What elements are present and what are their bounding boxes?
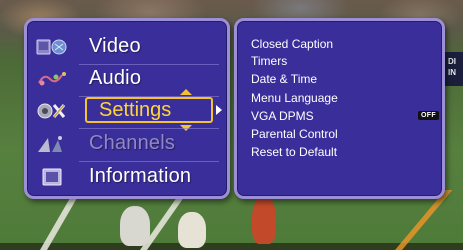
submenu-item-parental-control[interactable]: Parental Control	[251, 127, 338, 141]
menu-item-label: Video	[89, 35, 141, 57]
vga-dpms-value-badge: OFF	[418, 111, 439, 120]
submenu-item-vga-dpms[interactable]: VGA DPMS	[251, 109, 314, 123]
video-icon	[35, 35, 69, 59]
channels-icon	[35, 132, 69, 156]
scroll-up-arrow-icon[interactable]	[180, 89, 192, 95]
scorebug-line1: DI	[448, 57, 456, 66]
menu-item-label-selected: Settings	[99, 99, 172, 121]
selected-item-highlight[interactable]: Settings	[85, 97, 213, 123]
menu-item-label: Channels	[89, 132, 176, 154]
menu-item-video[interactable]: Video	[35, 31, 221, 62]
submenu-item-timers[interactable]: Timers	[251, 54, 287, 68]
settings-submenu-panel: Closed Caption Timers Date & Time Menu L…	[234, 18, 445, 199]
submenu-item-date-time[interactable]: Date & Time	[251, 72, 317, 86]
scorebug-line2: IN	[448, 68, 456, 77]
menu-item-label: Audio	[89, 67, 142, 89]
submenu-item-reset-to-default[interactable]: Reset to Default	[251, 145, 337, 159]
submenu-item-menu-language[interactable]: Menu Language	[251, 91, 338, 105]
audio-icon	[35, 67, 69, 91]
player-figure	[120, 206, 150, 246]
scorebug: DI IN	[445, 52, 463, 86]
submenu-item-closed-caption[interactable]: Closed Caption	[251, 37, 333, 51]
settings-icon	[35, 99, 69, 123]
menu-item-audio[interactable]: Audio	[35, 63, 221, 94]
player-figure	[252, 196, 276, 244]
submenu-arrow-icon	[216, 105, 222, 115]
menu-item-label: Information	[89, 165, 192, 187]
information-icon	[35, 165, 69, 189]
yard-line	[395, 190, 453, 250]
menu-item-information[interactable]: Information	[35, 161, 221, 192]
menu-item-channels: Channels	[35, 128, 221, 159]
main-menu-panel: Video Audio Settings Channels Informatio…	[24, 18, 230, 199]
